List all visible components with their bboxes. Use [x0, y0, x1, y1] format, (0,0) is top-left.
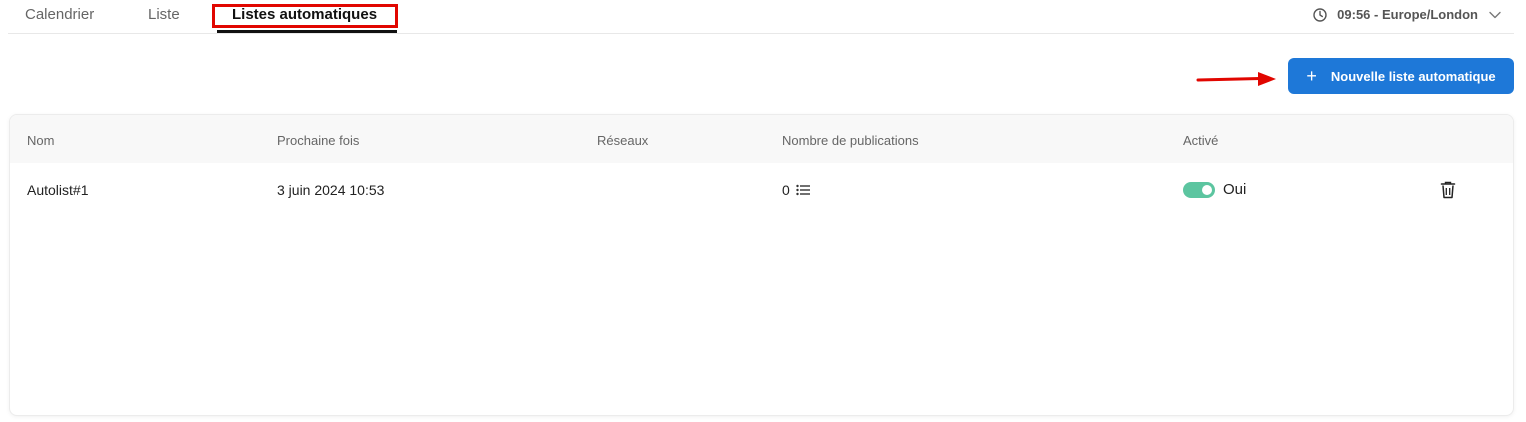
tab-listes-automatiques[interactable]: Listes automatiques — [232, 6, 377, 23]
column-header-active: Activé — [1183, 133, 1219, 148]
tab-divider — [8, 33, 1514, 34]
delete-icon[interactable] — [1440, 181, 1456, 204]
publications-count: 0 — [782, 182, 790, 198]
timezone-selector[interactable]: 09:56 - Europe/London — [1313, 7, 1502, 22]
tab-liste[interactable]: Liste — [148, 6, 180, 23]
new-autolist-label: Nouvelle liste automatique — [1330, 68, 1496, 84]
annotation-arrow-icon — [1196, 72, 1276, 86]
column-header-reseaux: Réseaux — [597, 133, 649, 148]
new-autolist-button[interactable]: + Nouvelle liste automatique — [1288, 58, 1514, 94]
clock-icon — [1313, 7, 1327, 22]
column-header-nom: Nom — [27, 133, 55, 148]
list-icon — [796, 184, 810, 196]
tab-calendrier[interactable]: Calendrier — [25, 6, 94, 23]
plus-icon: + — [1306, 66, 1317, 86]
row-active: Oui — [1183, 181, 1246, 198]
table-header: Nom Prochaine fois Réseaux Nombre de pub… — [10, 115, 1513, 163]
chevron-down-icon — [1488, 10, 1502, 20]
active-label: Oui — [1223, 181, 1247, 198]
row-publications[interactable]: 0 — [782, 182, 810, 198]
row-name: Autolist#1 — [27, 182, 89, 198]
row-next-time: 3 juin 2024 10:53 — [277, 182, 385, 198]
autolists-table: Nom Prochaine fois Réseaux Nombre de pub… — [9, 114, 1514, 416]
tab-bar: Calendrier Liste Listes automatiques 09:… — [0, 0, 1526, 34]
active-toggle[interactable] — [1183, 181, 1215, 198]
column-header-publications: Nombre de publications — [782, 133, 919, 148]
timezone-label: 09:56 - Europe/London — [1337, 7, 1478, 22]
column-header-prochaine-fois: Prochaine fois — [277, 133, 360, 148]
